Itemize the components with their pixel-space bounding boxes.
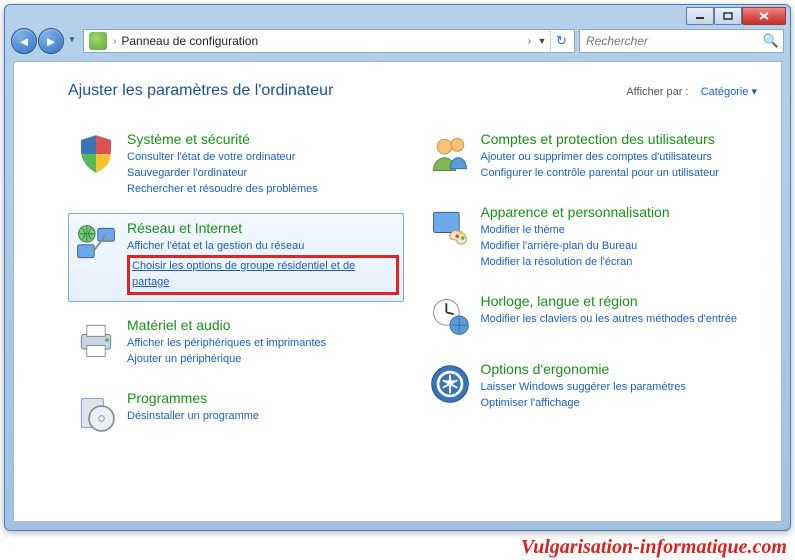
window: ◄ ► ▼ › Panneau de configuration › ▼ ↻ 🔍…	[4, 4, 791, 531]
shield-icon	[73, 131, 119, 177]
minimize-button[interactable]	[686, 7, 714, 25]
category-body: Programmes Désinstaller un programme	[127, 390, 399, 436]
window-buttons	[686, 7, 786, 23]
category-link[interactable]: Modifier les claviers ou les autres méth…	[481, 312, 753, 328]
view-by-value[interactable]: Catégorie ▾	[701, 86, 757, 98]
search-input[interactable]	[584, 33, 763, 49]
category-title-network[interactable]: Réseau et Internet	[127, 220, 399, 236]
category-users: Comptes et protection des utilisateurs Aj…	[422, 124, 758, 189]
back-button[interactable]: ◄	[11, 28, 37, 54]
category-appearance: Apparence et personnalisation Modifier le…	[422, 197, 758, 278]
category-link[interactable]: Modifier le thème	[481, 223, 753, 239]
search-box[interactable]: 🔍	[579, 29, 784, 53]
control-panel-icon	[89, 32, 107, 50]
category-link[interactable]: Rechercher et résoudre des problèmes	[127, 182, 399, 198]
category-ease: Options d'ergonomie Laisser Windows suggé…	[422, 354, 758, 419]
breadcrumb-sep-end[interactable]: ›	[525, 36, 534, 47]
palette-icon	[427, 204, 473, 250]
watermark: Vulgarisation-informatique.com	[521, 536, 787, 559]
category-body: Apparence et personnalisation Modifier le…	[481, 204, 753, 271]
forward-button[interactable]: ►	[38, 28, 64, 54]
nav-history-dropdown[interactable]: ▼	[65, 28, 79, 50]
breadcrumb-path[interactable]: Panneau de configuration	[119, 34, 524, 48]
category-title-clock[interactable]: Horloge, langue et région	[481, 293, 753, 309]
titlebar	[5, 5, 790, 23]
category-programs: Programmes Désinstaller un programme	[68, 383, 404, 443]
refresh-button[interactable]: ↻	[550, 30, 572, 52]
page-title: Ajuster les paramètres de l'ordinateur	[68, 82, 333, 100]
category-link[interactable]: Ajouter un périphérique	[127, 352, 399, 368]
category-link[interactable]: Afficher les périphériques et imprimante…	[127, 336, 399, 352]
category-link[interactable]: Modifier la résolution de l'écran	[481, 255, 753, 271]
category-link[interactable]: Configurer le contrôle parental pour un …	[481, 166, 753, 182]
category-clock: Horloge, langue et région Modifier les cl…	[422, 286, 758, 346]
people-icon	[427, 131, 473, 177]
category-link[interactable]: Choisir les options de groupe résidentie…	[127, 255, 399, 295]
category-link[interactable]: Afficher l'état et la gestion du réseau	[127, 239, 399, 255]
search-icon[interactable]: 🔍	[763, 33, 779, 49]
category-link[interactable]: Ajouter ou supprimer des comptes d'utili…	[481, 150, 753, 166]
category-link[interactable]: Désinstaller un programme	[127, 409, 399, 425]
right-column: Comptes et protection des utilisateurs Aj…	[422, 124, 758, 443]
category-link[interactable]: Modifier l'arrière-plan du Bureau	[481, 239, 753, 255]
view-by-label: Afficher par :	[626, 86, 688, 98]
category-body: Comptes et protection des utilisateurs Aj…	[481, 131, 753, 182]
category-title-users[interactable]: Comptes et protection des utilisateurs	[481, 131, 753, 147]
maximize-button[interactable]	[714, 7, 742, 25]
category-link[interactable]: Sauvegarder l'ordinateur	[127, 166, 399, 182]
close-button[interactable]	[742, 7, 786, 25]
category-title-appearance[interactable]: Apparence et personnalisation	[481, 204, 753, 220]
navigation-bar: ◄ ► ▼ › Panneau de configuration › ▼ ↻ 🔍	[11, 25, 784, 57]
categories-grid: Système et sécurité Consulter l'état de v…	[68, 124, 757, 443]
cd-box-icon	[73, 390, 119, 436]
category-title-programs[interactable]: Programmes	[127, 390, 399, 406]
printer-icon	[73, 317, 119, 363]
breadcrumb-sep: ›	[110, 36, 119, 47]
ease-access-icon	[427, 361, 473, 407]
category-title-hardware[interactable]: Matériel et audio	[127, 317, 399, 333]
globe-network-icon	[73, 220, 119, 266]
category-body: Matériel et audio Afficher les périphériq…	[127, 317, 399, 368]
address-dropdown[interactable]: ▼	[534, 36, 550, 46]
category-link[interactable]: Laisser Windows suggérer les paramètres	[481, 380, 753, 396]
category-hardware: Matériel et audio Afficher les périphériq…	[68, 310, 404, 375]
category-system: Système et sécurité Consulter l'état de v…	[68, 124, 404, 205]
category-link[interactable]: Optimiser l'affichage	[481, 396, 753, 412]
clock-globe-icon	[427, 293, 473, 339]
address-bar[interactable]: › Panneau de configuration › ▼ ↻	[83, 29, 575, 53]
category-title-ease[interactable]: Options d'ergonomie	[481, 361, 753, 377]
content-header: Ajuster les paramètres de l'ordinateur A…	[68, 82, 757, 100]
category-body: Options d'ergonomie Laisser Windows suggé…	[481, 361, 753, 412]
category-body: Système et sécurité Consulter l'état de v…	[127, 131, 399, 198]
nav-arrows: ◄ ► ▼	[11, 28, 79, 54]
view-by: Afficher par : Catégorie ▾	[626, 85, 757, 98]
category-body: Réseau et Internet Afficher l'état et la …	[127, 220, 399, 295]
category-network: Réseau et Internet Afficher l'état et la …	[68, 213, 404, 302]
category-body: Horloge, langue et région Modifier les cl…	[481, 293, 753, 339]
category-title-system[interactable]: Système et sécurité	[127, 131, 399, 147]
content-area: Ajuster les paramètres de l'ordinateur A…	[13, 61, 782, 522]
category-link[interactable]: Consulter l'état de votre ordinateur	[127, 150, 399, 166]
left-column: Système et sécurité Consulter l'état de v…	[68, 124, 404, 443]
